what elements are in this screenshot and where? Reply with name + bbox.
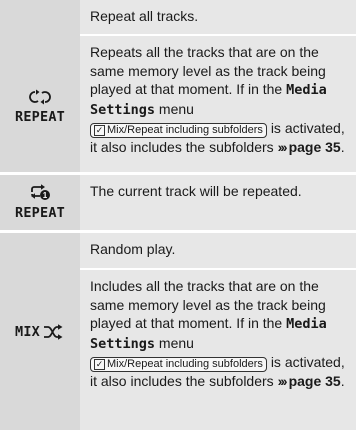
page-ref-arrows-icon: ›››	[277, 373, 288, 389]
key-cell: 1 REPEAT	[0, 175, 80, 230]
table-row-mix: MIX Random play. Includes all the tracks…	[0, 233, 356, 430]
checkbox-label-chip: ✓ Mix/Repeat including subfolders	[90, 123, 267, 138]
page-reference-link[interactable]: ››› page 35	[278, 139, 341, 155]
key-label: REPEAT	[15, 109, 65, 125]
key-label: REPEAT	[15, 205, 65, 221]
checkbox-checked-icon: ✓	[94, 125, 105, 136]
shuffle-icon	[43, 323, 63, 340]
table-row-repeat-all: REPEAT Repeat all tracks. Repeats all th…	[0, 0, 356, 172]
menu-word: menu	[158, 334, 194, 351]
menu-word: menu	[158, 100, 194, 117]
table-row-repeat-one: 1 REPEAT The current track will be repea…	[0, 175, 356, 230]
summary-cell: Random play.	[80, 233, 356, 268]
page-ref-arrows-icon: ›››	[277, 139, 288, 155]
summary-text: Repeat all tracks.	[90, 8, 199, 24]
key-cell: REPEAT	[0, 0, 80, 172]
svg-text:1: 1	[43, 191, 48, 200]
function-table: REPEAT Repeat all tracks. Repeats all th…	[0, 0, 356, 430]
repeat-all-icon	[29, 89, 51, 105]
summary-cell: The current track will be repeated.	[80, 175, 356, 230]
summary-text: The current track will be repeated.	[90, 183, 302, 199]
summary-text: Random play.	[90, 241, 176, 257]
page-reference-link[interactable]: ››› page 35	[278, 373, 341, 389]
summary-cell: Repeat all tracks.	[80, 0, 356, 34]
key-label: MIX	[15, 323, 40, 340]
checkbox-checked-icon: ✓	[94, 359, 105, 370]
description-cell: Includes all the tracks that are on the …	[80, 270, 356, 430]
repeat-one-icon: 1	[31, 184, 50, 200]
checkbox-label-chip: ✓ Mix/Repeat including subfolders	[90, 357, 267, 372]
key-cell: MIX	[0, 233, 80, 430]
description-cell: Repeats all the tracks that are on the s…	[80, 36, 356, 172]
